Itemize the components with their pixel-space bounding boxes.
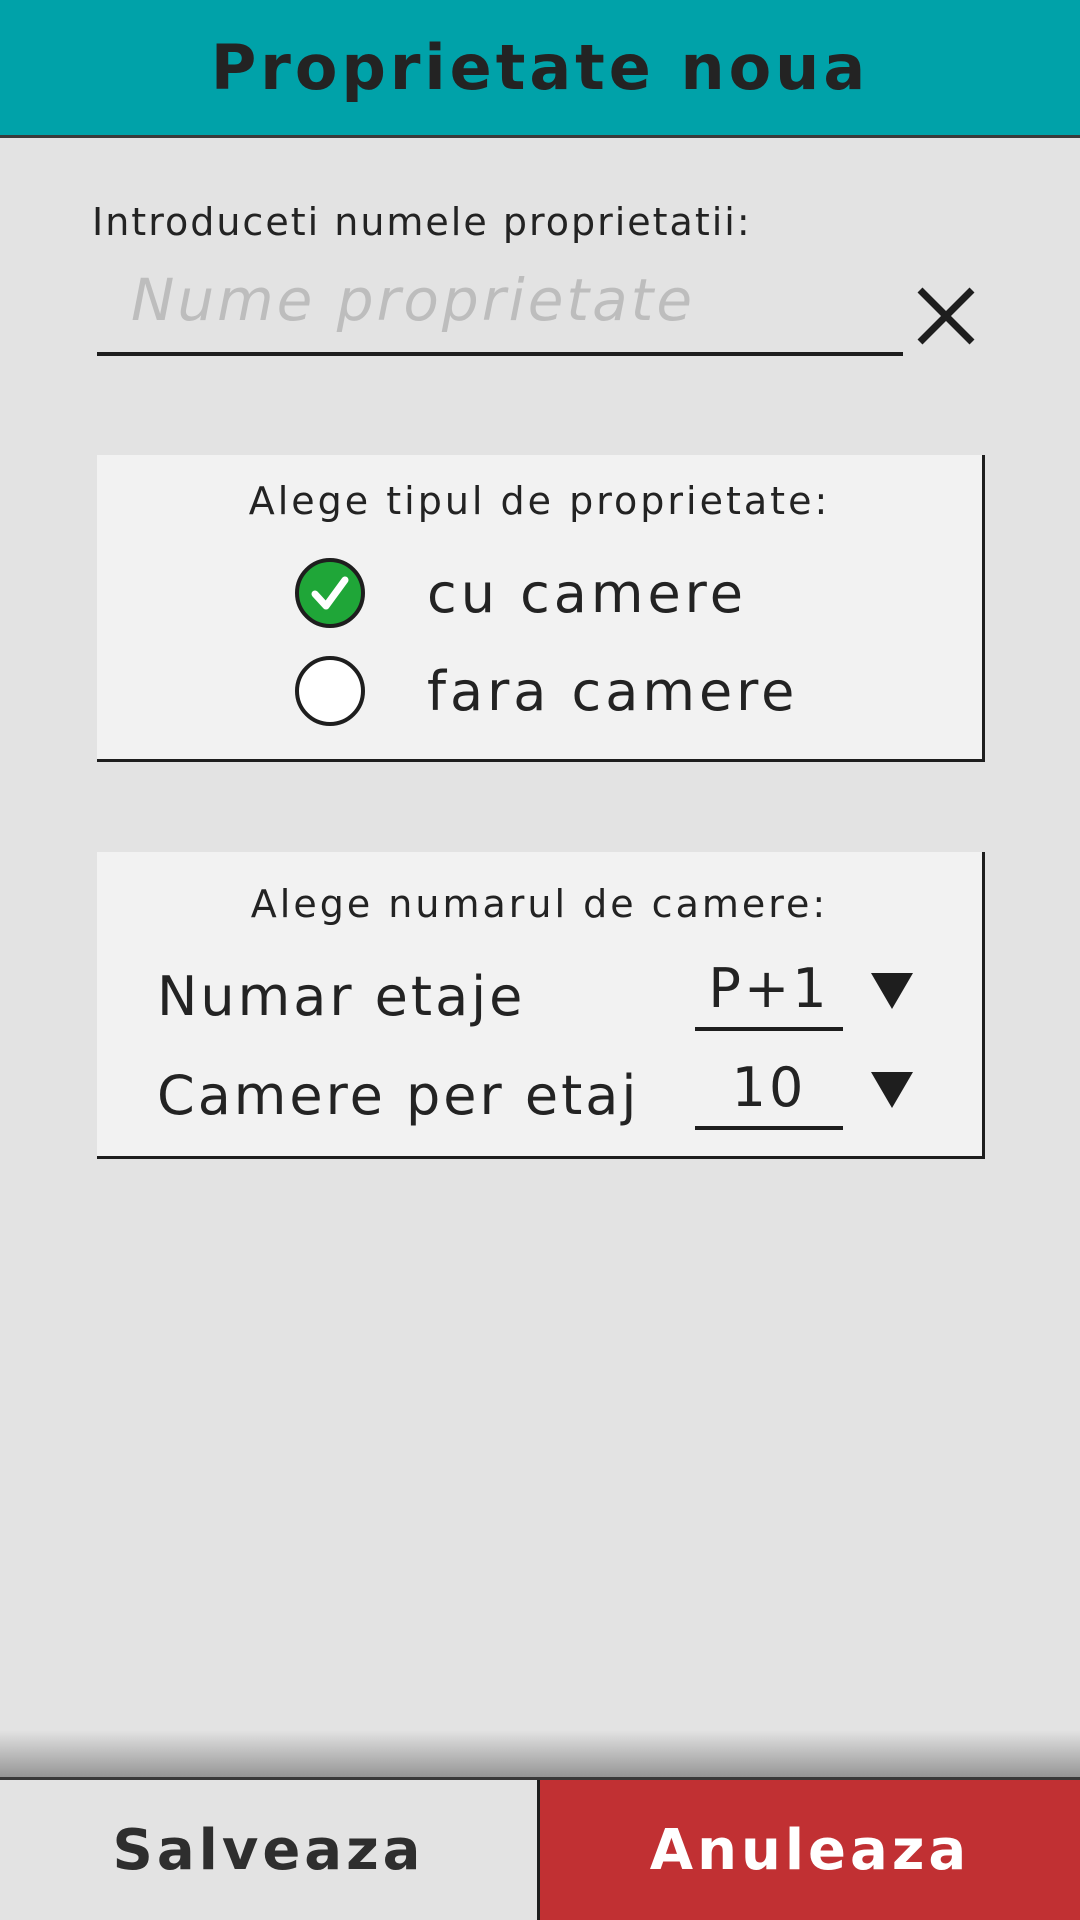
floors-row: Numar etaje P+1 xyxy=(97,957,982,1037)
app-header: Proprietate noua xyxy=(0,0,1080,138)
cancel-button[interactable]: Anuleaza xyxy=(540,1780,1080,1920)
rooms-per-floor-row: Camere per etaj 10 xyxy=(97,1056,982,1136)
property-name-input[interactable] xyxy=(97,262,903,356)
radio-option-fara-camere[interactable]: fara camere xyxy=(295,653,798,729)
radio-unchecked[interactable] xyxy=(295,656,365,726)
rooms-heading: Alege numarul de camere: xyxy=(250,882,829,926)
name-field-label: Introduceti numele proprietatii: xyxy=(92,200,752,244)
checkmark-icon xyxy=(311,576,349,610)
footer-bar: Salveaza Anuleaza xyxy=(0,1777,1080,1920)
property-type-panel: Alege tipul de proprietate: cu camere fa… xyxy=(97,455,985,762)
floors-label: Numar etaje xyxy=(157,965,526,1028)
dropdown-arrow-icon[interactable] xyxy=(869,1068,915,1114)
rooms-per-floor-select[interactable]: 10 xyxy=(695,1056,843,1130)
footer-shadow xyxy=(0,1730,1080,1778)
dropdown-arrow-icon[interactable] xyxy=(869,969,915,1015)
clear-name-button[interactable] xyxy=(910,280,982,352)
radio-label-fara-camere: fara camere xyxy=(427,659,799,723)
page-title: Proprietate noua xyxy=(210,31,870,104)
radio-label-cu-camere: cu camere xyxy=(427,561,747,625)
save-button[interactable]: Salveaza xyxy=(0,1780,540,1920)
radio-checked[interactable] xyxy=(295,558,365,628)
rooms-per-floor-label: Camere per etaj xyxy=(157,1064,640,1127)
close-icon xyxy=(917,287,975,345)
floors-select[interactable]: P+1 xyxy=(695,957,843,1031)
property-type-heading: Alege tipul de proprietate: xyxy=(248,479,831,523)
radio-option-cu-camere[interactable]: cu camere xyxy=(295,555,747,631)
rooms-panel: Alege numarul de camere: Numar etaje P+1… xyxy=(97,852,985,1159)
